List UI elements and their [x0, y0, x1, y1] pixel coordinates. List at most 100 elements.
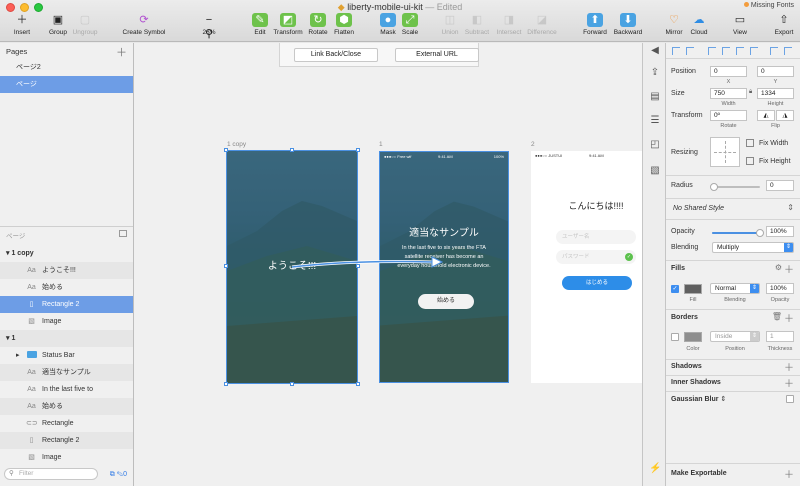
- radius-field[interactable]: 0: [766, 180, 794, 191]
- blending-select[interactable]: Multiply ⇕: [712, 242, 794, 253]
- make-exportable-title[interactable]: Make Exportable: [671, 470, 727, 477]
- flip-horizontal-button[interactable]: ◭: [757, 110, 775, 121]
- add-shadow-icon[interactable]: ＋: [784, 359, 794, 374]
- external-url-button[interactable]: External URL: [395, 48, 479, 62]
- layout-icon[interactable]: ◰: [649, 139, 661, 151]
- prototype-icon[interactable]: ◀: [649, 45, 661, 57]
- opacity-field[interactable]: 100%: [766, 226, 794, 237]
- resize-handle[interactable]: [356, 148, 360, 152]
- resize-handle[interactable]: [290, 382, 294, 386]
- layer-footer-tools[interactable]: ⧉ ✎0: [110, 471, 127, 479]
- disclosure-triangle-icon[interactable]: ▸: [16, 347, 20, 364]
- share-icon[interactable]: ⇪: [649, 67, 661, 79]
- layer-row[interactable]: Aa 始める: [0, 279, 133, 296]
- layer-row[interactable]: ▧ Image: [0, 313, 133, 330]
- layer-row[interactable]: ⊂⊃ Rectangle: [0, 415, 133, 432]
- export-button[interactable]: ⇧ Export: [762, 13, 800, 36]
- rotate-field[interactable]: 0º: [710, 110, 747, 121]
- slider-knob[interactable]: [710, 183, 718, 191]
- resizing-widget[interactable]: [710, 137, 740, 167]
- canvas[interactable]: Link Back/Close External URL 1 copy ようこそ…: [134, 43, 642, 486]
- cloud-button[interactable]: ☁ Cloud: [677, 13, 721, 36]
- begin-button[interactable]: はじめる: [562, 276, 632, 290]
- distribute-horizontal-icon[interactable]: [770, 47, 778, 55]
- chevron-updown-icon[interactable]: ⇕: [787, 203, 794, 212]
- align-middle-icon[interactable]: [736, 47, 744, 55]
- border-enabled-checkbox[interactable]: [671, 333, 679, 341]
- fill-blending-select[interactable]: Normal ⇕: [710, 283, 760, 294]
- fill-color-swatch[interactable]: [684, 284, 702, 294]
- layer-filter-input[interactable]: ⚲ Filter: [4, 468, 98, 480]
- gaussian-blur-checkbox[interactable]: [786, 395, 794, 403]
- link-back-button[interactable]: Link Back/Close: [294, 48, 378, 62]
- image-icon[interactable]: ▧: [649, 165, 661, 177]
- print-icon[interactable]: ▤: [649, 91, 661, 103]
- align-right-icon[interactable]: [708, 47, 716, 55]
- artboard-label[interactable]: 1 copy: [227, 141, 246, 148]
- layer-row[interactable]: Aa ようこそ!!!: [0, 262, 133, 279]
- border-thickness-field[interactable]: 1: [766, 331, 794, 342]
- layer-row[interactable]: Aa 始める: [0, 398, 133, 415]
- lock-icon[interactable]: 🔒︎: [749, 89, 752, 96]
- layer-row[interactable]: ▸ Status Bar: [0, 347, 133, 364]
- distribute-vertical-icon[interactable]: [784, 47, 792, 55]
- document-icon[interactable]: ☰: [649, 115, 661, 127]
- artboard-label[interactable]: 2: [531, 141, 535, 148]
- resize-handle[interactable]: [224, 264, 228, 268]
- gaussian-blur-section-title[interactable]: Gaussian Blur ⇕: [671, 395, 726, 403]
- resize-handle[interactable]: [224, 382, 228, 386]
- radius-slider[interactable]: [710, 183, 760, 191]
- scale-button[interactable]: ⤢ Scale: [388, 13, 432, 36]
- add-page-icon[interactable]: ＋: [116, 44, 127, 60]
- inner-shadows-section-title[interactable]: Inner Shadows: [671, 379, 721, 386]
- height-field[interactable]: 1334: [757, 88, 794, 99]
- position-y-field[interactable]: 0: [757, 66, 794, 77]
- flatten-button[interactable]: ⬢ Flatten: [322, 13, 366, 36]
- start-button[interactable]: 始める: [418, 294, 474, 309]
- layer-row[interactable]: ▯ Rectangle 2: [0, 432, 133, 449]
- artboard-2[interactable]: ●●●○○ JUSTUI 9:41 AM こんにちは!!!! ユーザー名 パスワ…: [531, 151, 642, 383]
- view-button[interactable]: ▭ View: [718, 13, 762, 36]
- layer-row[interactable]: Aa In the last five to: [0, 381, 133, 398]
- ungroup-button[interactable]: ▢ Ungroup: [63, 13, 107, 36]
- resize-handle[interactable]: [356, 382, 360, 386]
- fix-width-icon[interactable]: [746, 139, 754, 147]
- border-position-select[interactable]: Inside ⇕: [710, 331, 760, 342]
- add-inner-shadow-icon[interactable]: ＋: [784, 375, 794, 390]
- fill-enabled-checkbox[interactable]: ✓: [671, 285, 679, 293]
- password-field[interactable]: パスワード ✓: [556, 250, 636, 264]
- add-export-icon[interactable]: ＋: [784, 466, 794, 481]
- fix-height-label[interactable]: Fix Height: [759, 158, 791, 165]
- fix-width-label[interactable]: Fix Width: [759, 140, 788, 147]
- resize-handle[interactable]: [224, 148, 228, 152]
- border-color-swatch[interactable]: [684, 332, 702, 342]
- position-x-field[interactable]: 0: [710, 66, 747, 77]
- layer-row[interactable]: ▧ Image: [0, 449, 133, 466]
- gear-icon[interactable]: ⚙: [775, 263, 782, 272]
- slider-knob[interactable]: [756, 229, 764, 237]
- create-symbol-button[interactable]: ⟳ Create Symbol: [122, 13, 166, 36]
- align-top-icon[interactable]: [722, 47, 730, 55]
- layer-group[interactable]: ▾ 1 copy: [0, 245, 133, 262]
- collapse-icon[interactable]: [119, 230, 127, 237]
- lightning-icon[interactable]: ⚡: [649, 463, 661, 475]
- missing-fonts-indicator[interactable]: Missing Fonts: [743, 2, 794, 9]
- flip-vertical-button[interactable]: ◮: [776, 110, 794, 121]
- layer-row[interactable]: Aa 適当なサンプル: [0, 364, 133, 381]
- resize-handle[interactable]: [290, 148, 294, 152]
- page-item[interactable]: ページ: [0, 76, 133, 93]
- trash-icon[interactable]: 🗑︎: [772, 312, 782, 321]
- layer-row[interactable]: ▯ Rectangle 2: [0, 296, 133, 313]
- shadows-section-title[interactable]: Shadows: [671, 363, 702, 370]
- fix-height-icon[interactable]: [746, 157, 754, 165]
- zoom-control[interactable]: − ⚲ +28%: [187, 13, 231, 54]
- backward-button[interactable]: ⬇ Backward: [606, 13, 650, 36]
- artboard-label[interactable]: 1: [379, 141, 383, 148]
- width-field[interactable]: 750: [710, 88, 747, 99]
- align-left-icon[interactable]: [672, 47, 680, 55]
- shared-style-select[interactable]: No Shared Style: [673, 205, 724, 212]
- page-item[interactable]: ページ2: [0, 59, 133, 76]
- add-border-icon[interactable]: ＋: [784, 310, 794, 325]
- opacity-slider[interactable]: [712, 229, 764, 237]
- username-field[interactable]: ユーザー名: [556, 230, 636, 244]
